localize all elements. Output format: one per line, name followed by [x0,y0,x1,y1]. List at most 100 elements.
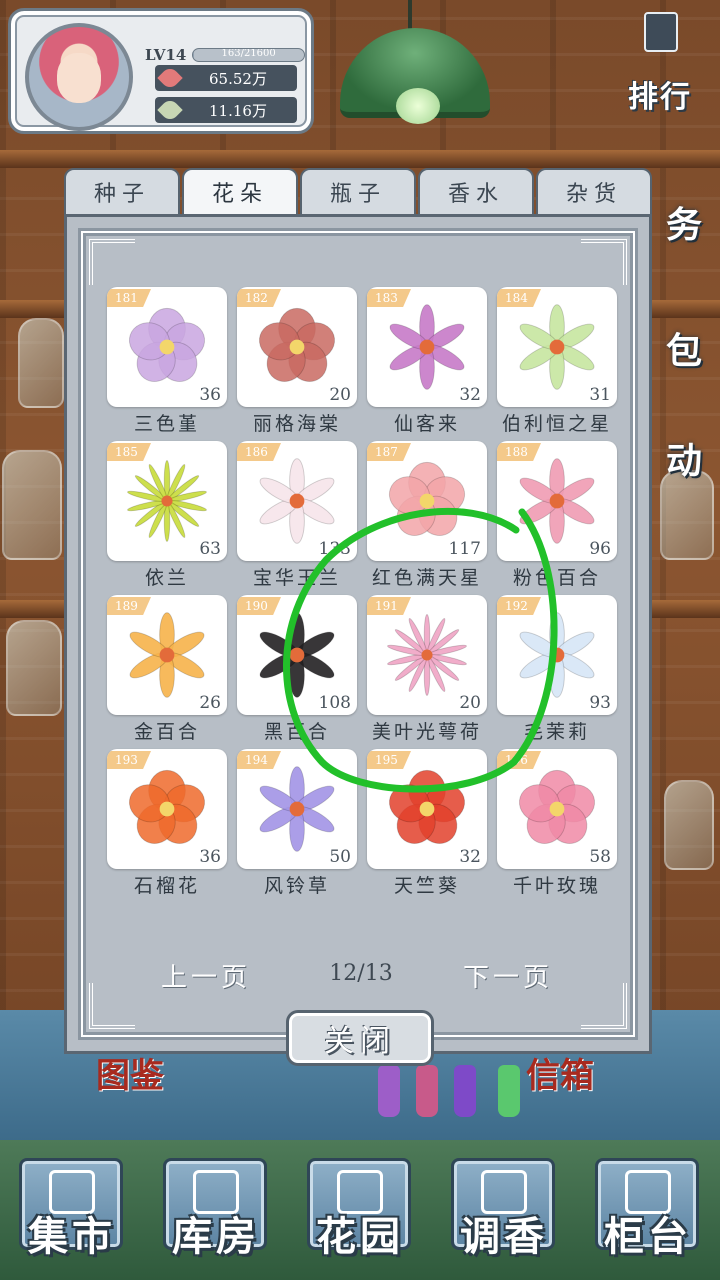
close-button[interactable]: 关闭 [286,1010,434,1066]
aechmea-icon [387,614,467,696]
flower-card[interactable]: 182 20 [237,287,357,407]
album-button-label: 图鉴 [96,1056,164,1096]
flower-card[interactable]: 186 133 [237,441,357,561]
item-quantity: 31 [589,385,611,405]
flower-card[interactable]: 183 32 [367,287,487,407]
jar [664,780,714,870]
avatar[interactable] [25,23,133,131]
cyclamen-icon [389,304,465,390]
item-quantity: 93 [589,693,611,713]
task-button[interactable]: 务 [652,196,716,248]
flower-item[interactable]: 193 36 石榴花 [107,749,227,897]
currency-2-row: 11.16万 [155,97,297,123]
flower-card[interactable]: 196 58 [497,749,617,869]
pager: 上一页 12/13 下一页 [67,957,649,997]
flower-card[interactable]: 190 108 [237,595,357,715]
rose-icon [518,769,596,844]
item-name: 天竺葵 [393,875,460,897]
flower-item[interactable]: 192 93 毛茉莉 [497,595,617,743]
flower-item[interactable]: 190 108 黑百合 [237,595,357,743]
nav-label: 库房 [172,1213,260,1260]
nav-item-0[interactable]: 集市 [5,1148,139,1272]
item-quantity: 20 [329,385,351,405]
avatar-face [57,53,101,103]
item-name: 美叶光萼荷 [371,721,482,743]
nav-label: 柜台 [604,1213,692,1260]
shelf [0,150,720,168]
bottom-nav: 集市 库房 花园 调香 柜台 [0,1140,720,1280]
flower-card[interactable]: 189 26 [107,595,227,715]
flower-item[interactable]: 196 58 千叶玫瑰 [497,749,617,897]
nav-label: 调香 [460,1213,548,1260]
tab-2[interactable]: 瓶子 [300,168,416,216]
flower-card[interactable]: 187 117 [367,441,487,561]
item-name: 千叶玫瑰 [512,875,601,897]
item-quantity: 63 [199,539,221,559]
nav-item-1[interactable]: 库房 [149,1148,283,1272]
flower-item[interactable]: 189 26 金百合 [107,595,227,743]
flower-item[interactable]: 187 117 红色满天星 [367,441,487,589]
flower-item[interactable]: 182 20 丽格海棠 [237,287,357,435]
flower-card[interactable]: 191 20 [367,595,487,715]
item-name: 宝华玉兰 [252,567,341,589]
tab-4[interactable]: 杂货 [536,168,652,216]
black-lily-icon [259,612,335,698]
item-quantity: 26 [199,693,221,713]
nav-item-2[interactable]: 花园 [293,1148,427,1272]
item-quantity: 32 [459,847,481,867]
bag-button[interactable]: 包 [652,322,716,374]
flower-item[interactable]: 184 31 伯利恒之星 [497,287,617,435]
flower-item[interactable]: 181 36 三色堇 [107,287,227,435]
flower-card[interactable]: 195 32 [367,749,487,869]
bellflower-icon [259,766,335,852]
ranking-button[interactable]: 排行 [604,4,716,116]
flower-card[interactable]: 188 96 [497,441,617,561]
nav-item-4[interactable]: 柜台 [581,1148,715,1272]
flower-card[interactable]: 184 31 [497,287,617,407]
item-name: 风铃草 [263,875,330,897]
flower-card[interactable]: 192 93 [497,595,617,715]
flower-item[interactable]: 188 96 粉色百合 [497,441,617,589]
player-panel: LV14 163/21600 65.52万 11.16万 [8,8,314,134]
flower-card[interactable]: 185 63 [107,441,227,561]
flower-card[interactable]: 194 50 [237,749,357,869]
xp-text: 163/21600 [221,48,276,59]
bottle-icon [454,1065,476,1117]
nav-label: 集市 [28,1213,116,1260]
flower-item[interactable]: 185 63 依兰 [107,441,227,589]
item-quantity: 36 [199,385,221,405]
flower-card[interactable]: 181 36 [107,287,227,407]
tab-0[interactable]: 种子 [64,168,180,216]
item-quantity: 32 [459,385,481,405]
flower-item[interactable]: 183 32 仙客来 [367,287,487,435]
flower-item[interactable]: 194 50 风铃草 [237,749,357,897]
ranking-label: 排行 [628,80,692,115]
item-quantity: 50 [329,847,351,867]
nav-item-3[interactable]: 调香 [437,1148,571,1272]
prev-page-button[interactable]: 上一页 [161,957,251,994]
item-name: 粉色百合 [512,567,601,589]
tab-1[interactable]: 花朵 [182,168,298,216]
nav-label: 花园 [316,1213,404,1260]
flower-item[interactable]: 195 32 天竺葵 [367,749,487,897]
bottle-icon [416,1065,438,1117]
flower-item[interactable]: 186 133 宝华玉兰 [237,441,357,589]
flower-item[interactable]: 191 20 美叶光萼荷 [367,595,487,743]
item-quantity: 133 [318,539,351,559]
item-quantity: 20 [459,693,481,713]
currency-1-row: 65.52万 [155,65,297,91]
next-page-button[interactable]: 下一页 [463,957,553,994]
pomegranate-flower-icon [128,769,206,844]
frame-corner [89,239,135,285]
star-of-bethlehem-icon [519,304,595,390]
currency-2-value: 11.16万 [209,101,267,120]
red-gypsophila-icon [388,461,466,536]
jar [18,318,64,408]
item-name: 黑百合 [263,721,330,743]
item-quantity: 36 [199,847,221,867]
event-button[interactable]: 动 [652,432,716,484]
tab-3[interactable]: 香水 [418,168,534,216]
flower-card[interactable]: 193 36 [107,749,227,869]
ranking-icon [644,12,678,52]
item-name: 仙客来 [393,413,460,435]
